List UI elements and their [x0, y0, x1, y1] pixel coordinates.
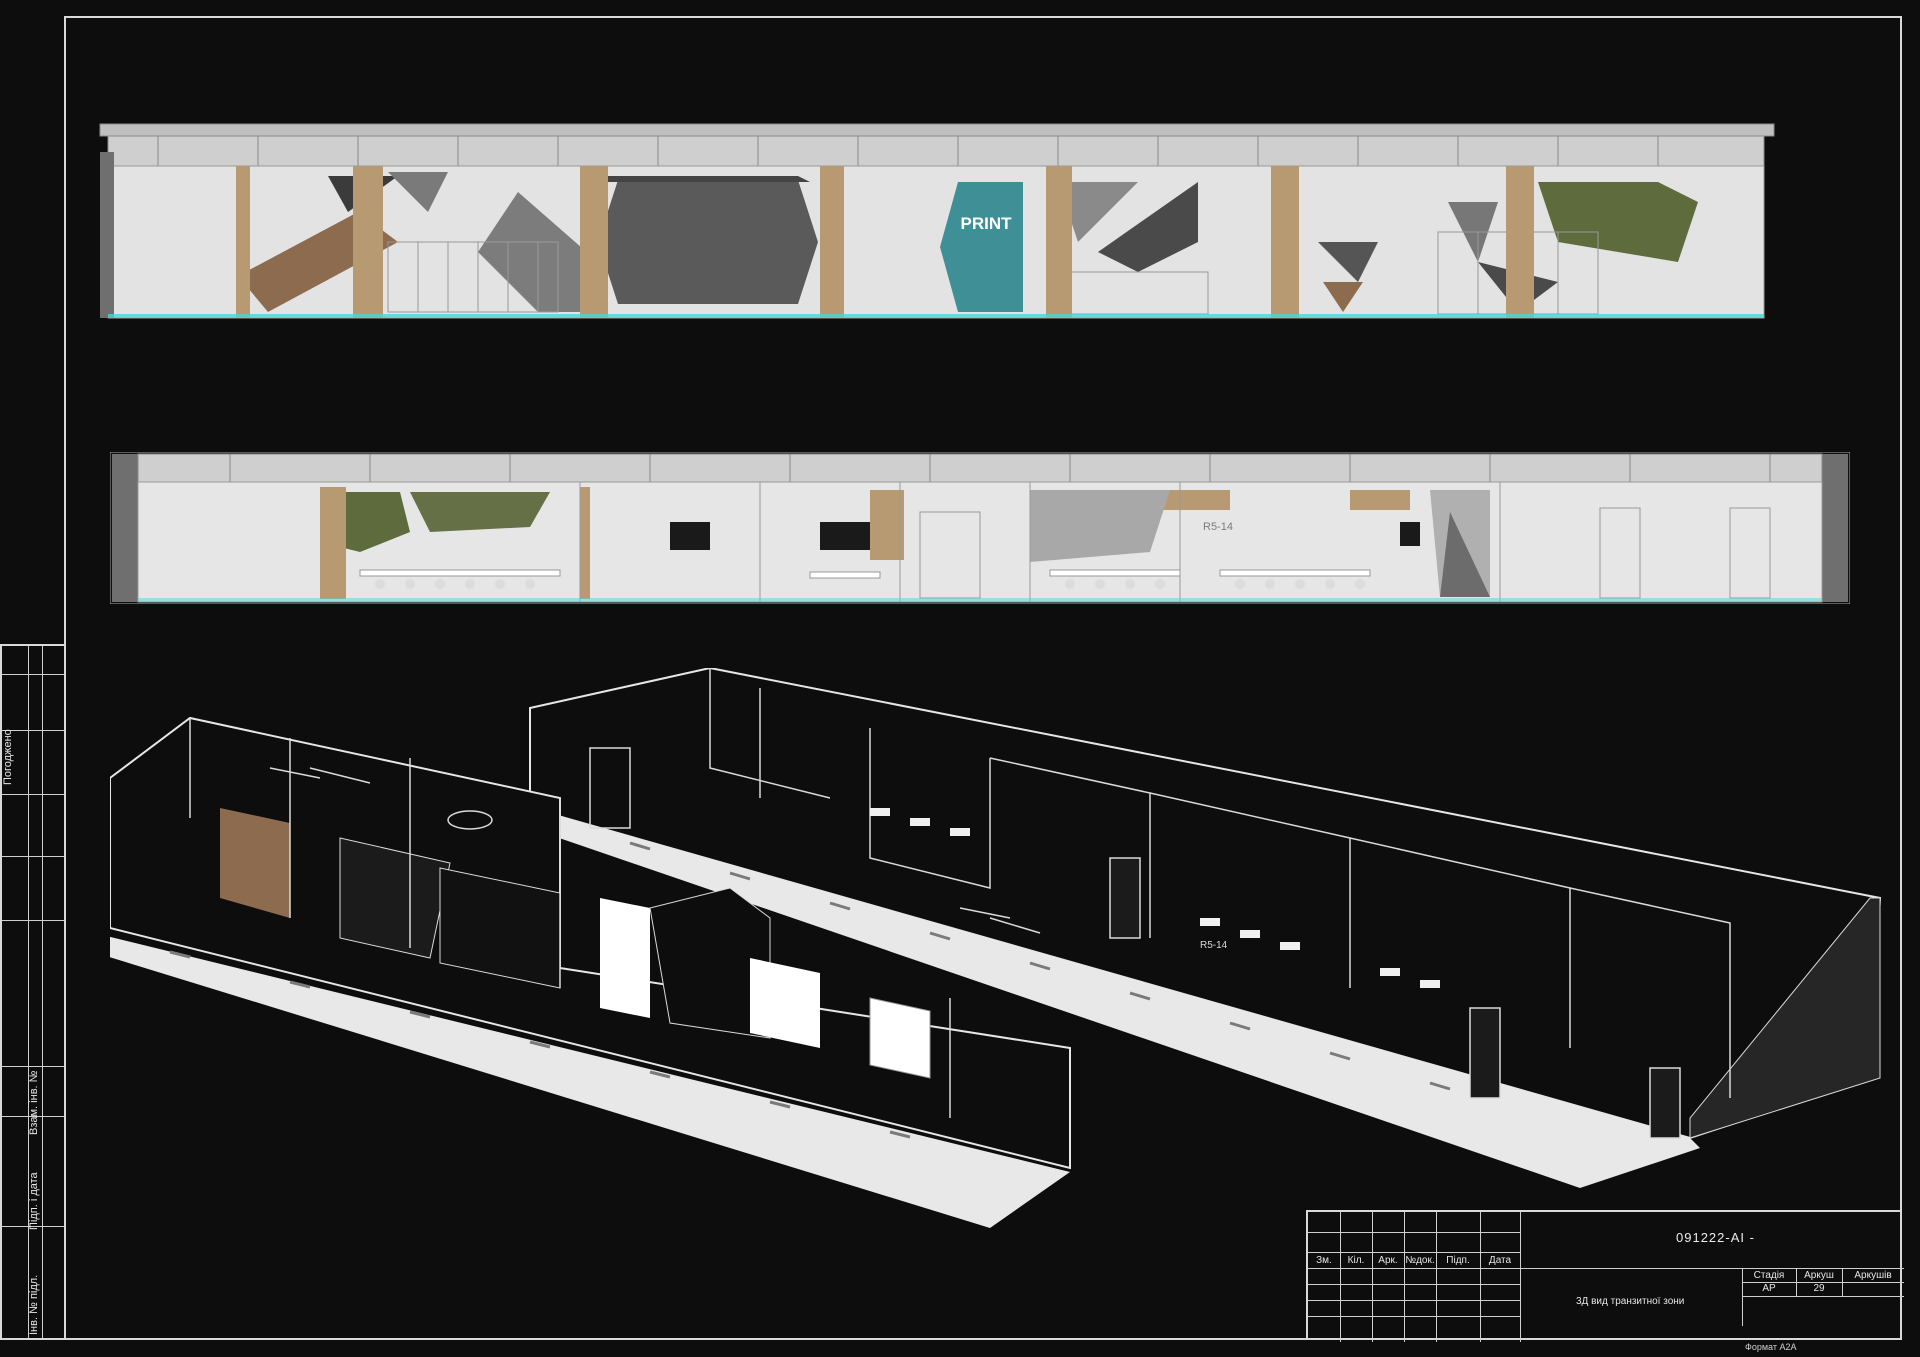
drawing-code: 091222-АІ - [1676, 1230, 1755, 1245]
signature-date-label: Підп. і дата [28, 1172, 40, 1230]
title-block-divider [1480, 1212, 1481, 1342]
room-tag-elevation: R5-14 [1203, 521, 1233, 533]
header-quantity: Кіл. [1347, 1255, 1365, 1266]
approved-label: Погоджено [2, 729, 14, 785]
replacement-inventory-label: Взам. інв. № [28, 1070, 40, 1135]
print-sign-text: PRINT [961, 214, 1013, 233]
side-stamp-divider [28, 646, 29, 1338]
stage-value: АР [1762, 1283, 1776, 1294]
title-block-divider [1436, 1212, 1437, 1342]
side-stamp-line [2, 794, 64, 795]
header-change: Зм. [1316, 1255, 1332, 1266]
elevation-section-1: PRINT [98, 122, 1778, 322]
title-block-divider [1340, 1212, 1341, 1342]
side-stamp-line [2, 674, 64, 675]
format-label: Формат А2А [1745, 1342, 1797, 1352]
title-block-line [1308, 1268, 1904, 1269]
side-stamp-line [2, 920, 64, 921]
stage-header: Стадія [1753, 1270, 1785, 1281]
elevation-section-2: R5-14 [110, 452, 1850, 604]
original-inventory-label: Інв. № підл. [28, 1274, 40, 1335]
title-block: Зм. Кіл. Арк. №док. Підп. Дата 091222-АІ… [1306, 1210, 1904, 1342]
side-stamp-line [2, 856, 64, 857]
header-document-number: №док. [1405, 1255, 1435, 1266]
room-tag-axonometric: R5-14 [1200, 940, 1228, 951]
drawing-title: 3Д вид транзитної зони [1576, 1296, 1685, 1307]
header-date: Дата [1488, 1255, 1512, 1266]
side-stamp-line [2, 1066, 64, 1067]
header-signature: Підп. [1446, 1255, 1470, 1266]
title-block-divider [1372, 1212, 1373, 1342]
title-block-line [1742, 1296, 1904, 1297]
sheets-header: Аркушів [1854, 1270, 1892, 1281]
sheet-header: Аркуш [1804, 1270, 1834, 1281]
title-block-divider [1404, 1212, 1405, 1342]
side-stamp-divider [42, 646, 43, 1338]
title-block-divider [1520, 1212, 1521, 1342]
sheet-value: 29 [1813, 1283, 1825, 1294]
axonometric-view: R5-14 [110, 668, 1882, 1228]
header-sheet: Арк. [1378, 1255, 1398, 1266]
